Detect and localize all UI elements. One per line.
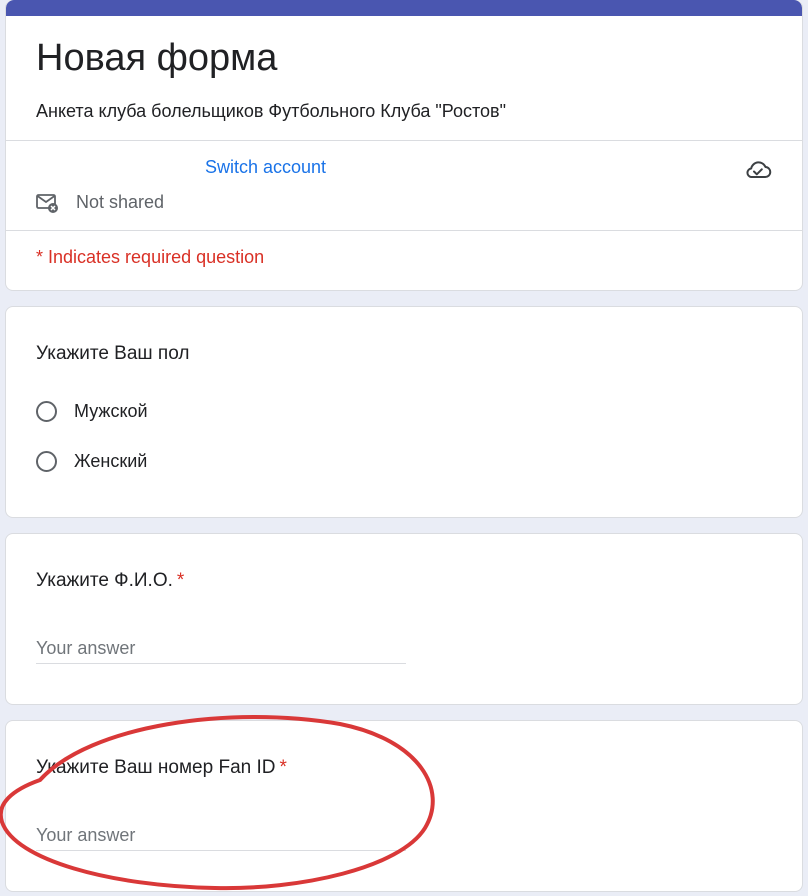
required-star: * bbox=[279, 757, 287, 778]
fan-id-input[interactable] bbox=[36, 820, 406, 851]
radio-label: Мужской bbox=[74, 400, 148, 421]
question-title-text: Укажите Ф.И.О. bbox=[36, 570, 173, 591]
radio-button[interactable] bbox=[36, 400, 57, 422]
switch-account-link[interactable]: Switch account bbox=[205, 157, 326, 178]
radio-label: Женский bbox=[74, 450, 148, 471]
full-name-input[interactable] bbox=[36, 633, 406, 664]
question-card-gender: Укажите Ваш пол Мужской Женский bbox=[5, 306, 803, 518]
form-title: Новая форма bbox=[36, 37, 278, 79]
radio-button[interactable] bbox=[36, 450, 57, 472]
required-note: * Indicates required question bbox=[36, 247, 265, 267]
divider bbox=[6, 230, 802, 231]
question-title: Укажите Ваш номер Fan ID * bbox=[36, 757, 287, 779]
form-header-card: Новая форма Анкета клуба болельщиков Фут… bbox=[5, 0, 803, 291]
header-accent-bar bbox=[6, 0, 802, 16]
question-title: Укажите Ф.И.О. * bbox=[36, 570, 184, 592]
cloud-check-icon bbox=[744, 158, 772, 182]
mail-not-shared-icon bbox=[36, 193, 60, 215]
question-card-fan-id: Укажите Ваш номер Fan ID * bbox=[5, 720, 803, 892]
radio-option-female[interactable]: Женский bbox=[36, 447, 147, 475]
form-description: Анкета клуба болельщиков Футбольного Клу… bbox=[36, 101, 507, 121]
required-star: * bbox=[176, 570, 185, 591]
divider bbox=[6, 140, 802, 141]
question-title-text: Укажите Ваш номер Fan ID bbox=[36, 757, 276, 778]
radio-option-male[interactable]: Мужской bbox=[36, 397, 148, 425]
share-status: Not shared bbox=[76, 192, 165, 212]
question-card-full-name: Укажите Ф.И.О. * bbox=[5, 533, 803, 705]
question-title: Укажите Ваш пол bbox=[36, 343, 190, 364]
